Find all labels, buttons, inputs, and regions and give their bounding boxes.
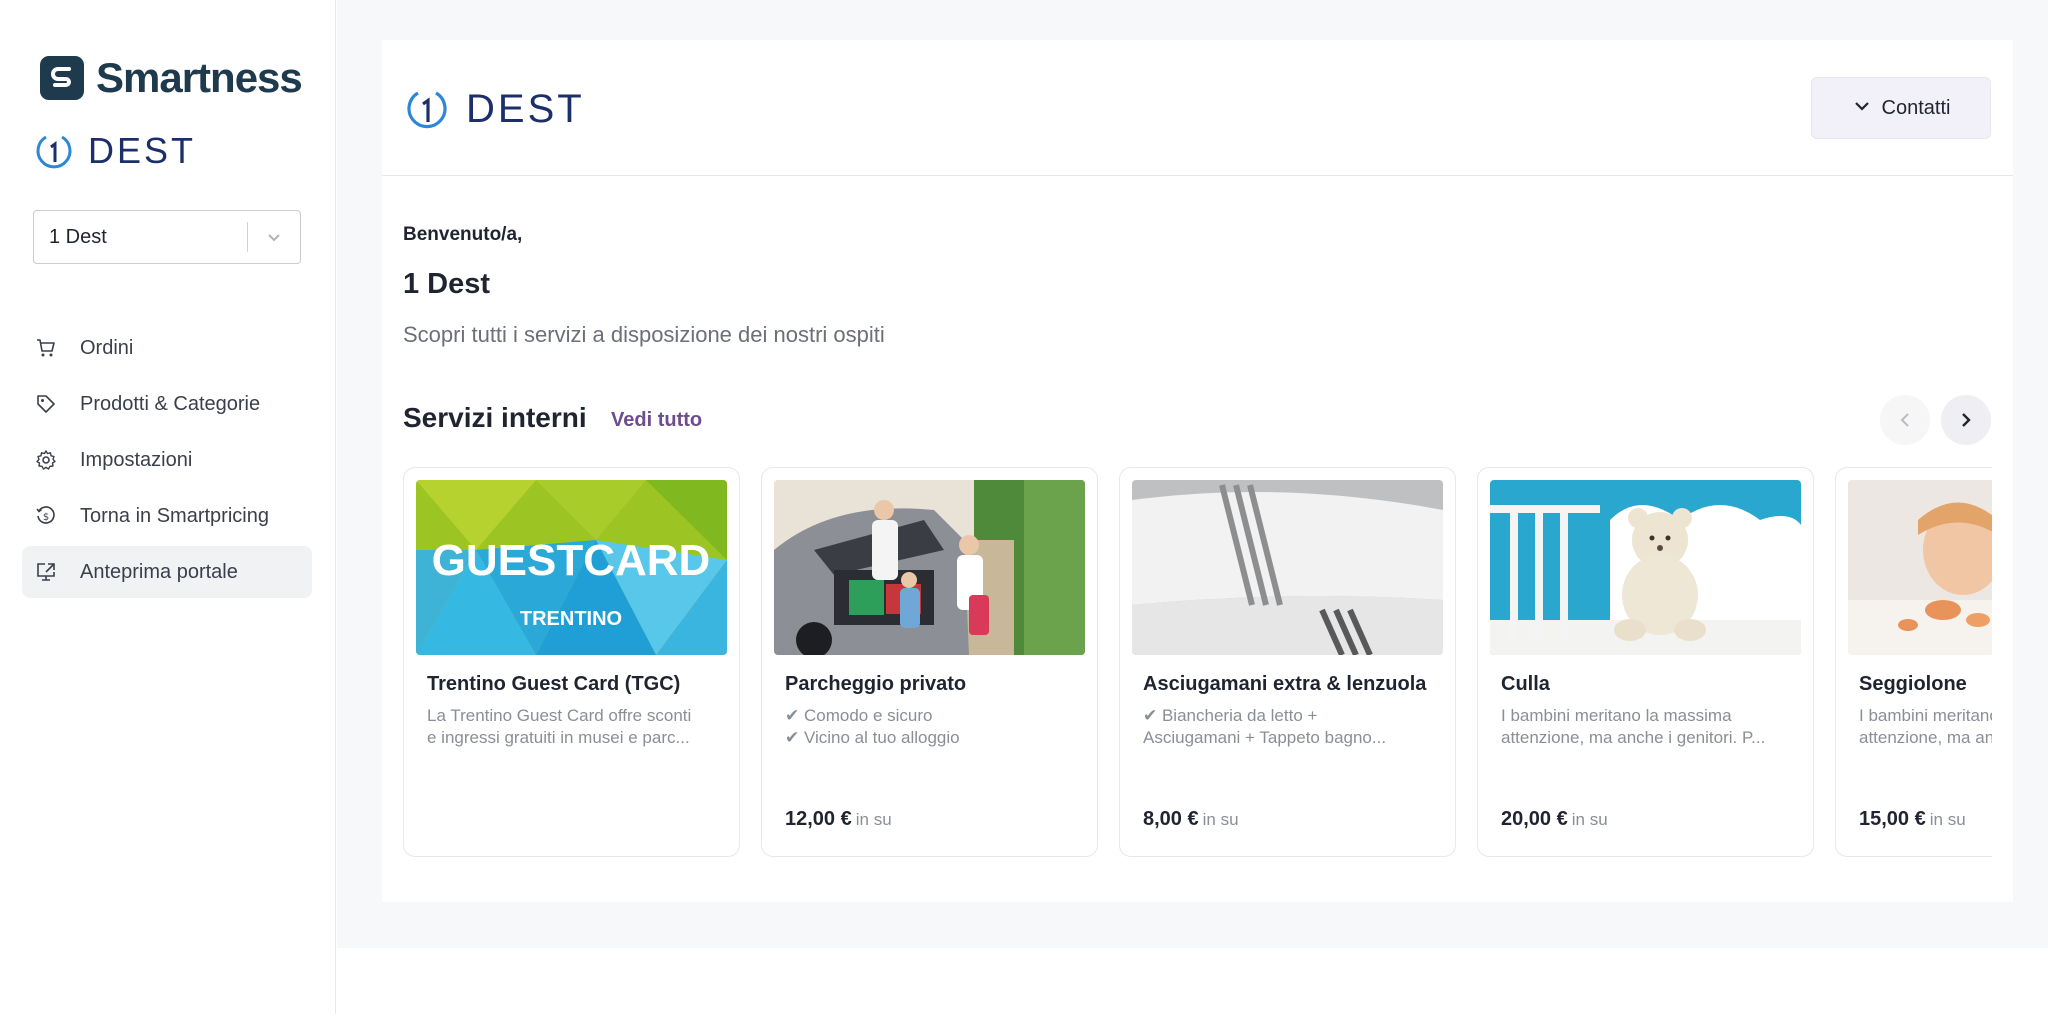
service-name: Parcheggio privato — [785, 673, 967, 695]
smartness-logo[interactable]: Smartness — [40, 54, 303, 102]
sidebar-item-impostazioni[interactable]: Impostazioni — [22, 434, 312, 486]
portal-header: DEST Contatti — [382, 40, 2013, 176]
service-description: ✔ Comodo e sicuro ✔ Vicino al tuo allogg… — [785, 706, 960, 747]
service-image — [1132, 480, 1443, 655]
service-price: 20,00 € in su — [1501, 808, 1608, 830]
guestcard-image-subtext: TRENTINO — [520, 608, 622, 630]
sidebar-item-label: Anteprima portale — [80, 560, 238, 583]
welcome-greeting: Benvenuto/a, — [403, 224, 523, 245]
service-price: 8,00 € in su — [1143, 808, 1239, 830]
property-select-value: 1 Dest — [49, 225, 107, 248]
chevron-down-icon[interactable] — [248, 228, 300, 246]
carousel-prev-button[interactable] — [1880, 395, 1930, 445]
service-description: La Trentino Guest Card offre sconti e in… — [427, 706, 692, 747]
service-image: GUESTCARD TRENTINO — [416, 480, 727, 655]
chevron-right-icon — [1962, 413, 1971, 427]
welcome-subtitle: Scopri tutti i servizi a disposizione de… — [403, 322, 885, 347]
contacts-button[interactable]: Contatti — [1811, 77, 1991, 139]
sidebar-item-label: Prodotti & Categorie — [80, 392, 261, 415]
service-name: Trentino Guest Card (TGC) — [427, 673, 681, 695]
service-description: I bambini meritano la massima attenzione… — [1501, 706, 1766, 747]
section-title: Servizi interni — [403, 402, 587, 433]
dest-logo-icon — [36, 135, 72, 169]
sidebar-item-label: Ordini — [80, 336, 134, 359]
service-image — [1490, 480, 1801, 655]
service-price: 12,00 € in su — [785, 808, 892, 830]
service-card[interactable]: Asciugamani extra & lenzuola ✔ Biancheri… — [1119, 467, 1456, 857]
svg-text:$: $ — [43, 512, 49, 523]
service-image — [774, 480, 1085, 655]
sidebar-item-ordini[interactable]: Ordini — [22, 322, 312, 374]
main-content: DEST Contatti Benvenuto/a, 1 Dest Scopri… — [337, 0, 2048, 948]
service-price: 15,00 € in su — [1859, 808, 1966, 830]
service-card[interactable]: GUESTCARD TRENTINO Trentino Guest Card (… — [403, 467, 740, 857]
sidebar: Smartness DEST 1 Dest Ordini Prodotti & … — [0, 0, 336, 1014]
sidebar-item-label: Impostazioni — [80, 448, 193, 471]
chevron-down-icon — [1852, 96, 1872, 121]
sidebar-item-anteprima[interactable]: Anteprima portale — [22, 546, 312, 598]
service-description: ✔ Biancheria da letto + Asciugamani + Ta… — [1143, 706, 1387, 747]
carousel-next-button[interactable] — [1941, 395, 1991, 445]
guestcard-image-text: GUESTCARD — [432, 536, 711, 585]
service-card[interactable]: Seggiolone I bambini meritano la massima… — [1835, 467, 1992, 857]
dest-logo-icon — [407, 91, 447, 129]
smartness-logo-icon — [40, 56, 84, 100]
service-image — [1848, 480, 1992, 655]
dollar-refresh-icon: $ — [34, 504, 58, 528]
app-root: Smartness DEST 1 Dest Ordini Prodotti & … — [0, 0, 2048, 1014]
property-name: 1 Dest — [403, 268, 491, 300]
header-logo-text: DEST — [466, 86, 585, 131]
tag-icon — [34, 392, 58, 416]
sidebar-item-smartpricing[interactable]: $ Torna in Smartpricing — [22, 490, 312, 542]
service-card[interactable]: Culla I bambini meritano la massima atte… — [1477, 467, 1814, 857]
service-card[interactable]: Parcheggio privato ✔ Comodo e sicuro ✔ V… — [761, 467, 1098, 857]
header-logo: DEST — [404, 86, 585, 132]
services-carousel: GUESTCARD TRENTINO Trentino Guest Card (… — [403, 467, 1992, 859]
portal-preview: DEST Contatti Benvenuto/a, 1 Dest Scopri… — [382, 40, 2013, 902]
sidebar-item-prodotti[interactable]: Prodotti & Categorie — [22, 378, 312, 430]
brand-name: Smartness — [96, 54, 303, 101]
service-description: I bambini meritano la massima attenzione… — [1859, 706, 1992, 747]
property-select[interactable]: 1 Dest — [33, 210, 301, 264]
contacts-button-label: Contatti — [1881, 96, 1951, 119]
see-all-link[interactable]: Vedi tutto — [611, 409, 702, 432]
sidebar-item-label: Torna in Smartpricing — [80, 504, 269, 527]
property-logo: DEST — [34, 130, 196, 172]
chevron-left-icon — [1900, 413, 1909, 427]
cart-icon — [34, 336, 58, 360]
gear-icon — [34, 448, 58, 472]
property-logo-text: DEST — [88, 130, 197, 171]
service-name: Seggiolone — [1859, 673, 1967, 695]
service-name: Asciugamani extra & lenzuola — [1143, 673, 1427, 695]
sidebar-nav: Ordini Prodotti & Categorie Impostazioni… — [22, 322, 312, 602]
service-name: Culla — [1501, 673, 1550, 695]
external-screen-icon — [34, 560, 58, 584]
